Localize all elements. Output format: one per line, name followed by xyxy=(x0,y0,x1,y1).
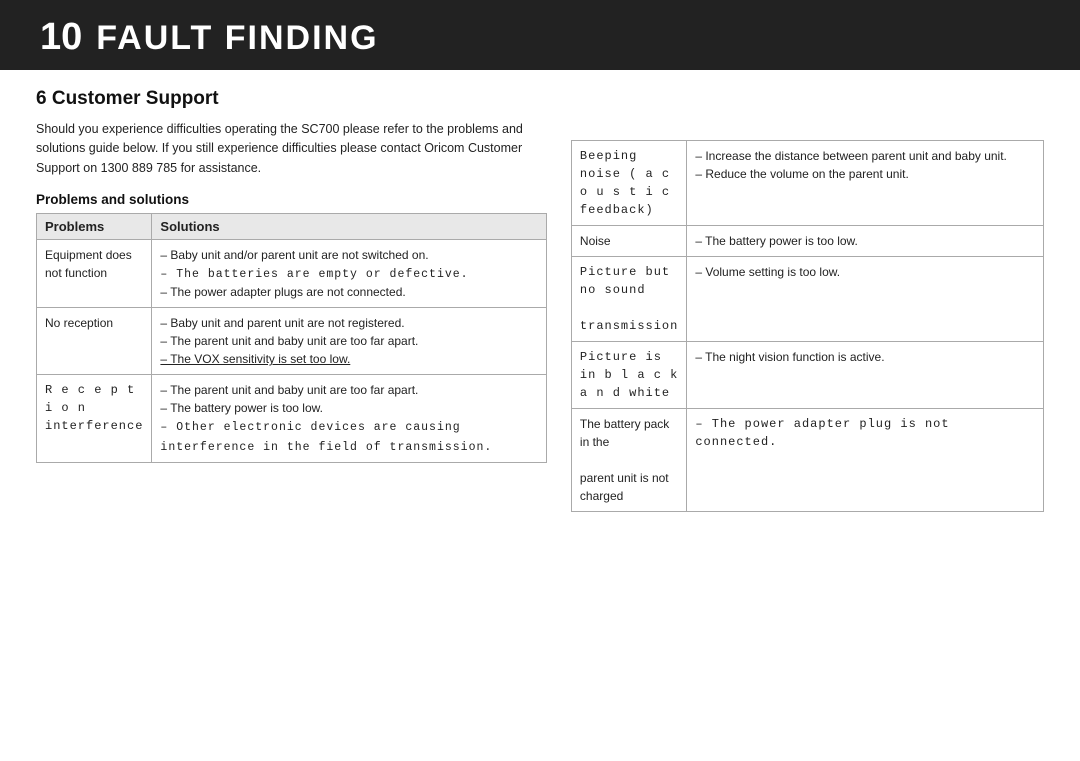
table-row: No reception – Baby unit and parent unit… xyxy=(37,308,547,375)
solution-cell: – Increase the distance between parent u… xyxy=(687,141,1044,226)
chapter-number: 10 xyxy=(40,18,82,56)
solution-cell: – The night vision function is active. xyxy=(687,342,1044,409)
table-row: Noise – The battery power is too low. xyxy=(571,226,1043,257)
problems-table-right: Beeping noise ( a c o u s t i c feedback… xyxy=(571,140,1044,512)
table-row: Picture but no soundtransmission – Volum… xyxy=(571,257,1043,342)
table-row: Equipment does not function – Baby unit … xyxy=(37,240,547,308)
solution-cell: – The parent unit and baby unit are too … xyxy=(152,375,547,463)
right-column: Beeping noise ( a c o u s t i c feedback… xyxy=(571,88,1044,512)
solution-cell: – Baby unit and parent unit are not regi… xyxy=(152,308,547,375)
solution-cell: – The power adapter plug is not connecte… xyxy=(687,409,1044,512)
subsection-title: Problems and solutions xyxy=(36,192,547,207)
solution-cell: – Baby unit and/or parent unit are not s… xyxy=(152,240,547,308)
table-row: R e c e p t i o ninterference – The pare… xyxy=(37,375,547,463)
solution-cell: – The battery power is too low. xyxy=(687,226,1044,257)
left-column: 6 Customer Support Should you experience… xyxy=(36,88,547,512)
problem-cell: Beeping noise ( a c o u s t i c feedback… xyxy=(571,141,686,226)
problem-cell: Picture is in b l a c k a n d white xyxy=(571,342,686,409)
page-content: 6 Customer Support Should you experience… xyxy=(0,70,1080,530)
table-row: Beeping noise ( a c o u s t i c feedback… xyxy=(571,141,1043,226)
col-header-problems: Problems xyxy=(37,214,152,240)
solution-cell: – Volume setting is too low. xyxy=(687,257,1044,342)
chapter-title: FAULT FINDING xyxy=(96,21,378,55)
intro-text: Should you experience difficulties opera… xyxy=(36,120,547,178)
problem-cell: Noise xyxy=(571,226,686,257)
section-title: 6 Customer Support xyxy=(36,88,547,110)
table-row: Picture is in b l a c k a n d white – Th… xyxy=(571,342,1043,409)
problem-cell: Picture but no soundtransmission xyxy=(571,257,686,342)
page-header: 10 FAULT FINDING xyxy=(0,0,1080,70)
problems-table-left: Problems Solutions Equipment does not fu… xyxy=(36,213,547,463)
problem-cell: Equipment does not function xyxy=(37,240,152,308)
table-row: The battery pack in theparent unit is no… xyxy=(571,409,1043,512)
col-header-solutions: Solutions xyxy=(152,214,547,240)
problem-cell: R e c e p t i o ninterference xyxy=(37,375,152,463)
problem-cell: The battery pack in theparent unit is no… xyxy=(571,409,686,512)
problem-cell: No reception xyxy=(37,308,152,375)
